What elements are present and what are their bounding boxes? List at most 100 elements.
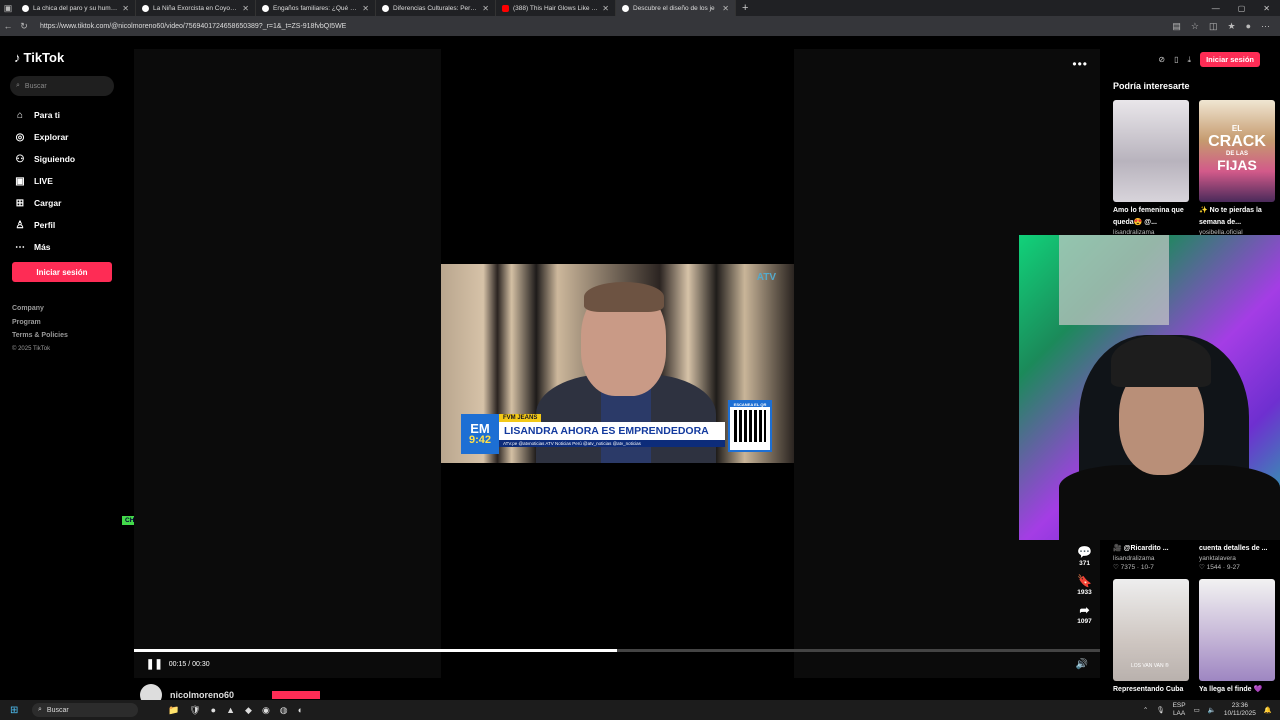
search-input[interactable]: ⌕ Buscar xyxy=(10,76,114,96)
reload-icon[interactable]: ↻ xyxy=(16,21,32,32)
footer-link-terms[interactable]: Terms & Policies xyxy=(12,329,68,343)
news-ticker: ATV.pe @atvnoticias ATV Noticias Perú @a… xyxy=(499,440,725,447)
tiktok-logo[interactable]: ♪ TikTok xyxy=(14,50,64,65)
spotify-icon[interactable]: ● xyxy=(211,705,216,716)
reader-icon[interactable]: ▤ xyxy=(1172,21,1181,32)
video-player[interactable]: ATV EM 9:42 FVM JEANS LISANDRA AHORA ES … xyxy=(134,49,1100,678)
edge-icon[interactable]: ◐ xyxy=(298,705,303,716)
brave-icon[interactable]: 🛡 xyxy=(189,705,200,716)
network-icon[interactable]: ▭ xyxy=(1194,706,1200,714)
video-frame[interactable]: ATV EM 9:42 FVM JEANS LISANDRA AHORA ES … xyxy=(441,264,794,463)
recommendation-card[interactable]: EL CRACK DE LAS FIJAS ✨ No te pierdas la… xyxy=(1199,100,1275,236)
url-field[interactable]: https://www.tiktok.com/@nicolmoreno60/vi… xyxy=(40,23,1172,30)
recommendation-card[interactable]: cuenta detalles de ... yanktalavera ♡ 15… xyxy=(1199,540,1275,571)
close-icon[interactable]: ✕ xyxy=(362,4,369,13)
close-icon[interactable]: ✕ xyxy=(722,4,729,13)
card-author[interactable]: lisandralizama xyxy=(1113,555,1189,562)
author-name[interactable]: nicolmoreno60 xyxy=(170,690,234,700)
login-button-top[interactable]: Iniciar sesión xyxy=(1200,52,1260,67)
browser-tab[interactable]: Engaños familiares: ¿Qué se sient ✕ xyxy=(256,0,376,16)
language-indicator[interactable]: ESP LAA xyxy=(1173,702,1186,718)
file-explorer-icon[interactable]: 📁 xyxy=(168,705,179,716)
sidebar-nav: ⌂ Para ti ◎ Explorar ⚇ Siguiendo ▣ LIVE ⊞ Car… xyxy=(14,104,75,258)
recommendation-card[interactable]: Amo lo femenina que queda😍 @... lisandra… xyxy=(1113,100,1189,236)
sidebar-item-siguiendo[interactable]: ⚇ Siguiendo xyxy=(14,148,76,170)
video-thumbnail[interactable]: LOS VAN VAN ® xyxy=(1113,579,1189,681)
sidebar-item-cargar[interactable]: ⊞ Cargar xyxy=(14,192,75,214)
maximize-icon[interactable]: ▢ xyxy=(1238,4,1246,13)
menu-dots-icon[interactable]: ⋯ xyxy=(1261,21,1270,32)
browser-tab[interactable]: La Niña Exorcista en Coyoacán D ✕ xyxy=(136,0,256,16)
minimize-icon[interactable]: — xyxy=(1212,4,1220,13)
card-stats: ♡ 7375 · 10-7 xyxy=(1113,564,1154,571)
browser-tab[interactable]: Diferencias Culturales: Peruano v ✕ xyxy=(376,0,496,16)
volume-icon[interactable]: 🔊 xyxy=(1076,659,1088,670)
app-icon[interactable]: ◆ xyxy=(245,705,252,716)
windows-start-icon[interactable]: ⊞ xyxy=(10,705,24,716)
login-button[interactable]: Iniciar sesión xyxy=(12,262,112,282)
bookmark-icon[interactable]: 🔖 xyxy=(1077,574,1092,588)
sidebar-item-mas[interactable]: ⋯ Más xyxy=(14,236,75,258)
download-icon[interactable]: ⤓ xyxy=(1188,55,1192,65)
tab-title: La chica del paro y su humor en xyxy=(33,4,119,12)
taskbar-search[interactable]: ⌕ Buscar xyxy=(32,703,138,717)
taskbar-apps: 📁 🛡 ● ▲ ◆ ◉ ◍ ◐ xyxy=(168,705,303,716)
coins-icon[interactable]: ⊘ xyxy=(1158,55,1165,64)
card-stats: ♡ 1544 · 9-27 xyxy=(1199,564,1240,571)
tab-actions-icon[interactable]: ▣ xyxy=(0,3,16,14)
notifications-icon[interactable]: 🔔 xyxy=(1264,706,1272,714)
thumb-text: EL xyxy=(1231,124,1243,133)
more-options-icon[interactable]: ••• xyxy=(1072,57,1088,71)
back-icon[interactable]: ← xyxy=(0,21,16,31)
footer-link-company[interactable]: Company xyxy=(12,302,68,316)
news-headline: LISANDRA AHORA ES EMPRENDEDORA xyxy=(499,422,725,440)
close-icon[interactable]: ✕ xyxy=(482,4,489,13)
browser-tab[interactable]: (388) This Hair Glows Like a Red F ✕ xyxy=(496,0,616,16)
sidebar-item-perfil[interactable]: ♙ Perfil xyxy=(14,214,75,236)
card-caption: Representando Cuba xyxy=(1113,686,1184,693)
pause-icon[interactable]: ❚❚ xyxy=(146,659,163,670)
card-author[interactable]: yanktalavera xyxy=(1199,555,1275,562)
follow-button[interactable] xyxy=(272,691,321,699)
volume-icon[interactable]: 🔈 xyxy=(1208,706,1216,714)
video-thumbnail[interactable]: EL CRACK DE LAS FIJAS xyxy=(1199,100,1275,202)
thumb-text: FIJAS xyxy=(1217,157,1257,173)
video-progress-bar[interactable] xyxy=(134,649,1100,652)
chevron-up-icon[interactable]: ⌃ xyxy=(1143,706,1148,714)
new-tab-button[interactable]: + xyxy=(736,2,754,14)
sidebar-item-para-ti[interactable]: ⌂ Para ti xyxy=(14,104,75,126)
clock-date: 10/11/2025 xyxy=(1223,710,1256,717)
microphone-icon[interactable]: 🎙 xyxy=(1156,706,1164,714)
sidebar-item-live[interactable]: ▣ LIVE xyxy=(14,170,75,192)
close-window-icon[interactable]: ✕ xyxy=(1263,4,1270,13)
recommendation-card[interactable]: 🎥 @Ricardito ... lisandralizama ♡ 7375 ·… xyxy=(1113,540,1189,571)
comment-count: 371 xyxy=(1079,560,1090,567)
device-icon[interactable]: ▯ xyxy=(1174,55,1178,64)
profile-icon[interactable]: ● xyxy=(1246,21,1251,32)
obs-icon[interactable]: ◉ xyxy=(262,705,270,716)
video-thumbnail[interactable] xyxy=(1113,100,1189,202)
recommendation-card[interactable]: LOS VAN VAN ® Representando Cuba xyxy=(1113,579,1189,695)
favorites-icon[interactable]: ★ xyxy=(1227,21,1235,32)
close-icon[interactable]: ✕ xyxy=(242,4,249,13)
split-screen-icon[interactable]: ◫ xyxy=(1209,21,1218,32)
recommendation-card[interactable]: Ya llega el finde 💜 xyxy=(1199,579,1275,695)
browser-tab-active[interactable]: Descubre el diseño de los je ✕ xyxy=(616,0,736,16)
tiktok-icon xyxy=(22,4,29,12)
afterburner-icon[interactable]: ▲ xyxy=(226,705,235,716)
copyright: © 2025 TikTok xyxy=(12,345,51,352)
comment-icon[interactable]: 💬 xyxy=(1077,545,1092,559)
favorite-star-icon[interactable]: ☆ xyxy=(1191,21,1199,32)
address-bar: ← ↻ https://www.tiktok.com/@nicolmoreno6… xyxy=(0,16,1280,36)
close-icon[interactable]: ✕ xyxy=(602,4,609,13)
footer-link-program[interactable]: Program xyxy=(12,316,68,330)
browser-tab[interactable]: La chica del paro y su humor en ✕ xyxy=(16,0,136,16)
sidebar-item-explorar[interactable]: ◎ Explorar xyxy=(14,126,75,148)
close-icon[interactable]: ✕ xyxy=(122,4,129,13)
video-thumbnail[interactable] xyxy=(1199,579,1275,681)
discord-icon[interactable]: ◍ xyxy=(280,705,288,716)
clock[interactable]: 23:36 10/11/2025 xyxy=(1224,702,1256,718)
window-controls: — ▢ ✕ xyxy=(1212,4,1280,13)
share-icon[interactable]: ➦ xyxy=(1079,603,1089,617)
video-progress-fill xyxy=(134,649,617,652)
